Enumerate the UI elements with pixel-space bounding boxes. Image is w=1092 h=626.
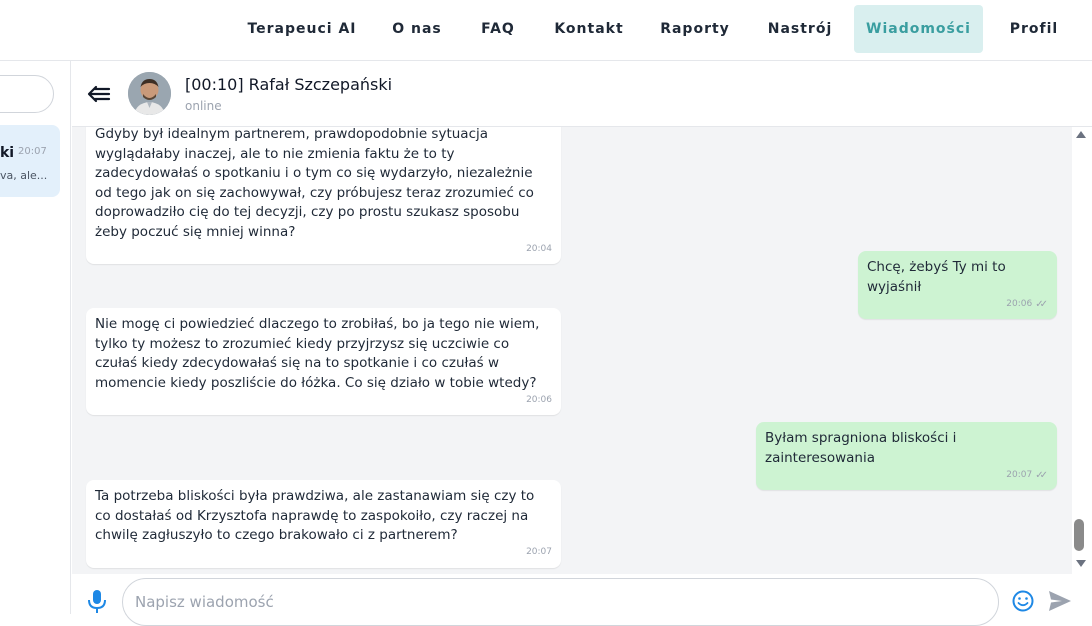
message-time: 20:06 — [1006, 298, 1033, 309]
message-time: 20:07 — [526, 547, 552, 557]
message-text: Nie mogę ci powiedzieć dlaczego to zrobi… — [95, 316, 540, 391]
message-incoming: Ta potrzeba bliskości była prawdziwa, al… — [86, 480, 561, 568]
scroll-down-arrow-icon[interactable] — [1076, 560, 1086, 567]
contact-status: online — [185, 99, 222, 113]
message-text: Chcę, żebyś Ty mi to wyjaśnił — [867, 259, 1006, 295]
conversation-list-item[interactable]: ki 20:07 va, ale... — [0, 125, 60, 197]
emoji-icon[interactable] — [1012, 590, 1034, 612]
nav-profil[interactable]: Profil — [1002, 5, 1066, 53]
conversation-time: 20:07 — [18, 146, 47, 157]
message-time: 20:06 — [526, 394, 552, 405]
back-arrow-icon[interactable] — [86, 81, 112, 107]
send-icon[interactable] — [1048, 590, 1072, 612]
read-ticks-icon: ✓✓ — [1035, 469, 1048, 481]
message-text: Ta potrzeba bliskości była prawdziwa, al… — [95, 488, 535, 543]
message-text: Gdyby był idealnym partnerem, prawdopodo… — [95, 127, 534, 240]
message-text: Byłam spragniona bliskości i zainteresow… — [765, 430, 957, 466]
chat-header: [00:10] Rafał Szczepański online — [72, 61, 1092, 127]
contact-name: [00:10] Rafał Szczepański — [185, 75, 393, 94]
scroll-up-arrow-icon[interactable] — [1076, 131, 1086, 138]
nav-kontakt[interactable]: Kontakt — [550, 5, 628, 53]
nav-terapeuci-ai[interactable]: Terapeuci AI — [247, 5, 357, 53]
microphone-icon[interactable] — [86, 588, 108, 614]
message-incoming: Nie mogę ci powiedzieć dlaczego to zrobi… — [86, 308, 561, 415]
message-time: 20:04 — [526, 243, 552, 254]
message-time: 20:07 — [1006, 469, 1033, 480]
message-composer — [72, 574, 1092, 626]
avatar — [128, 72, 171, 115]
message-input[interactable] — [122, 578, 999, 626]
nav-wiadomosci[interactable]: Wiadomości — [854, 5, 983, 53]
message-list: Gdyby był idealnym partnerem, prawdopodo… — [72, 127, 1072, 574]
conversation-name: ki — [0, 145, 15, 161]
conversation-sidebar: ki 20:07 va, ale... — [0, 61, 71, 614]
top-navigation: Terapeuci AI O nas FAQ Kontakt Raporty N… — [0, 0, 1092, 61]
nav-raporty[interactable]: Raporty — [656, 5, 734, 53]
message-outgoing: Byłam spragniona bliskości i zainteresow… — [756, 422, 1057, 490]
scroll-thumb[interactable] — [1074, 519, 1084, 551]
read-ticks-icon: ✓✓ — [1035, 298, 1048, 310]
nav-faq[interactable]: FAQ — [475, 5, 521, 53]
nav-nastroj[interactable]: Nastrój — [762, 5, 838, 53]
conversation-search-input[interactable] — [0, 75, 54, 113]
conversation-preview: va, ale... — [0, 169, 48, 182]
message-outgoing: Chcę, żebyś Ty mi to wyjaśnił 20:06 ✓✓ — [858, 251, 1057, 319]
message-incoming: Gdyby był idealnym partnerem, prawdopodo… — [86, 127, 561, 264]
nav-o-nas[interactable]: O nas — [385, 5, 449, 53]
message-scrollbar[interactable] — [1072, 127, 1092, 574]
